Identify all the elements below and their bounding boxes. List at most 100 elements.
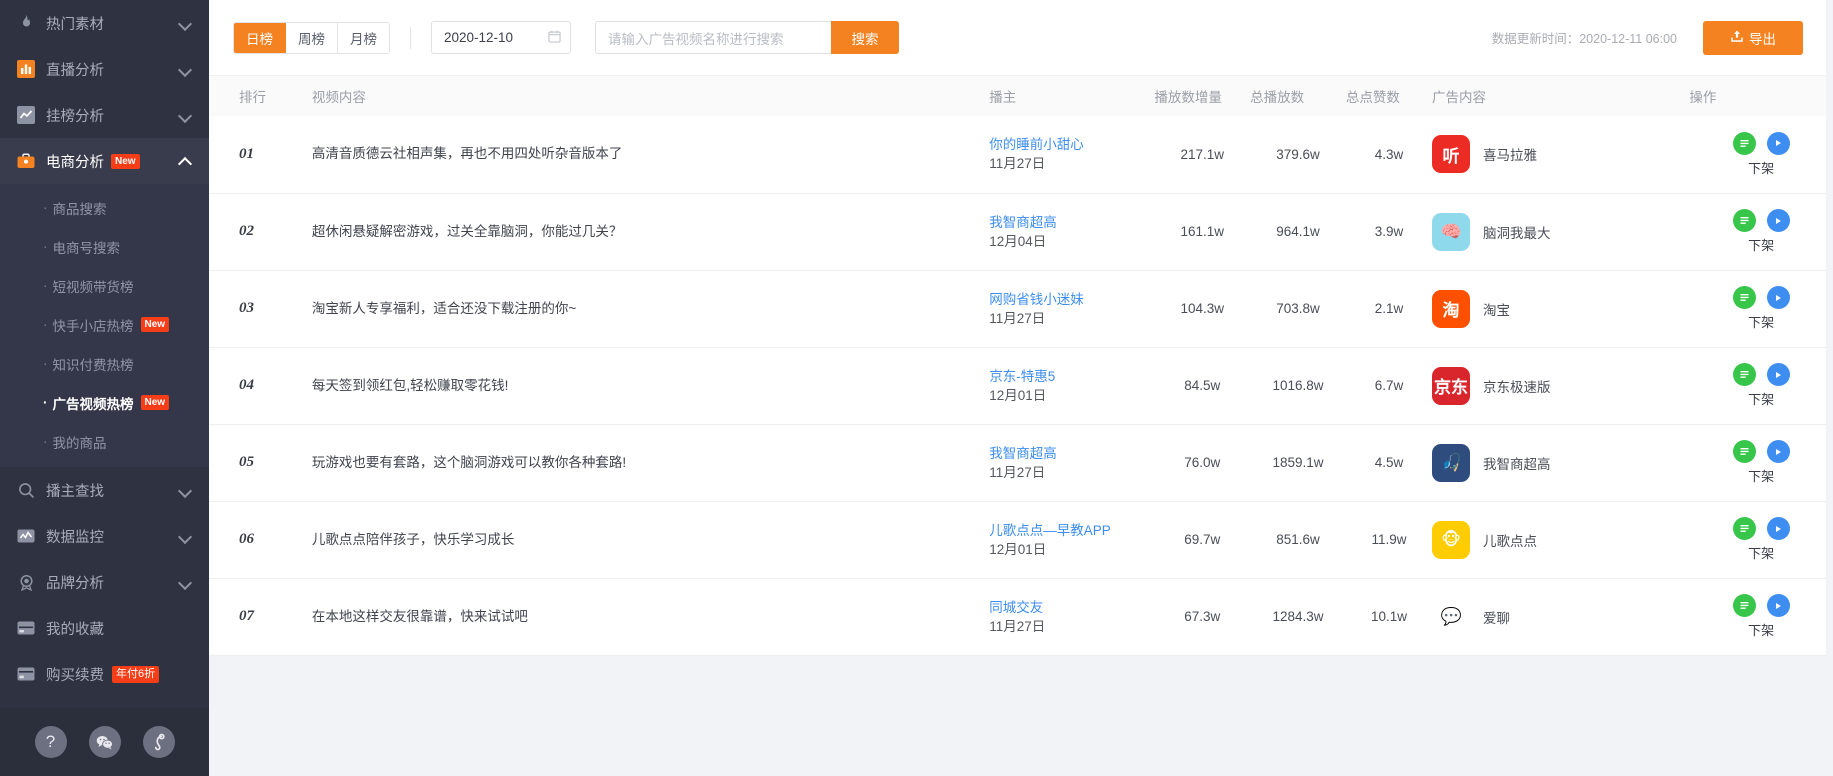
cell-total-like: 4.5w — [1345, 424, 1433, 502]
cell-video[interactable]: 儿歌点点陪伴孩子，快乐学习成长 — [311, 501, 990, 579]
detail-icon[interactable] — [1732, 286, 1756, 309]
takedown-button[interactable]: 下架 — [1748, 466, 1774, 485]
takedown-button[interactable]: 下架 — [1748, 620, 1774, 639]
play-icon[interactable] — [1766, 363, 1790, 386]
date-picker[interactable]: 2020-12-10 — [431, 21, 571, 54]
takedown-button[interactable]: 下架 — [1748, 543, 1774, 562]
play-icon[interactable] — [1766, 594, 1790, 617]
link-icon[interactable] — [142, 726, 175, 758]
takedown-button[interactable]: 下架 — [1748, 235, 1774, 254]
cell-video[interactable]: 超休闲悬疑解密游戏，过关全靠脑洞，你能过几关？ — [311, 193, 990, 271]
play-icon[interactable] — [1766, 286, 1790, 309]
sidebar-item-label: 购买续费 — [46, 667, 104, 684]
play-icon[interactable] — [1766, 209, 1790, 232]
cell-video[interactable]: 玩游戏也要有套路，这个脑洞游戏可以教你各种套路! — [311, 424, 990, 502]
wechat-icon[interactable] — [88, 726, 121, 758]
chevron-down-icon[interactable] — [179, 530, 191, 542]
export-button[interactable]: 导出 — [1703, 20, 1803, 55]
sidebar-item-my-favorites[interactable]: 我的收藏 — [0, 605, 209, 651]
author-link[interactable]: 我智商超高 — [989, 213, 1154, 232]
detail-icon[interactable] — [1732, 209, 1756, 232]
wallet-icon — [17, 665, 35, 683]
detail-icon[interactable] — [1732, 517, 1756, 540]
detail-icon[interactable] — [1732, 594, 1756, 617]
sidebar-item-label: 品牌分析 — [46, 575, 104, 592]
sidebar-subitem-product-search[interactable]: · 商品搜索 — [0, 188, 209, 227]
sidebar-item-board-analysis[interactable]: 挂榜分析 — [0, 92, 209, 138]
sidebar-subitem-ecom-account-search[interactable]: · 电商号搜索 — [0, 227, 209, 266]
sidebar-item-live-analysis[interactable]: 直播分析 — [0, 46, 209, 92]
tab-daily[interactable]: 日榜 — [234, 22, 286, 53]
sidebar-subitem-kuaishou-shop-hot[interactable]: · 快手小店热榜 New — [0, 305, 209, 344]
author-link[interactable]: 你的睡前小甜心 — [989, 135, 1154, 154]
sidebar-submenu-ecommerce: · 商品搜索 · 电商号搜索 · 短视频带货榜 · 快手小店热榜 New · 知… — [0, 184, 209, 467]
chevron-down-icon[interactable] — [179, 576, 191, 588]
sidebar-subitem-short-video-sales[interactable]: · 短视频带货榜 — [0, 266, 209, 305]
cell-play-increment: 217.1w — [1154, 116, 1251, 194]
chevron-up-icon[interactable] — [179, 155, 191, 167]
author-link[interactable]: 网购省钱小迷妹 — [989, 290, 1154, 309]
cell-video[interactable]: 在本地这样交友很靠谱，快来试试吧 — [311, 578, 990, 656]
ad-name: 爱聊 — [1483, 610, 1511, 626]
author-date: 11月27日 — [989, 618, 1046, 634]
sidebar-item-hot-material[interactable]: 热门素材 — [0, 0, 209, 46]
cell-video[interactable]: 淘宝新人专享福利，适合还没下载注册的你~ — [311, 270, 990, 348]
cell-operation: 下架 — [1689, 501, 1833, 579]
sidebar-item-brand-analysis[interactable]: 品牌分析 — [0, 559, 209, 605]
sidebar-item-ecommerce-analysis[interactable]: 电商分析 New — [0, 138, 209, 184]
medal-icon — [17, 573, 35, 591]
sidebar-item-data-monitor[interactable]: 数据监控 — [0, 513, 209, 559]
sidebar-nav: 热门素材 直播分析 挂榜分析 电商分析 New · 商品搜索 · 电商号搜索 ·… — [0, 0, 209, 697]
chevron-down-icon[interactable] — [179, 63, 191, 75]
sidebar-subitem-my-products[interactable]: · 我的商品 — [0, 422, 209, 461]
app-icon: 🎣 — [1432, 443, 1471, 482]
takedown-button[interactable]: 下架 — [1748, 312, 1774, 331]
detail-icon[interactable] — [1732, 440, 1756, 463]
video-title: 淘宝新人专享福利，适合还没下载注册的你~ — [311, 300, 577, 316]
bar-chart-icon — [17, 60, 35, 78]
page-scrollbar[interactable] — [1826, 0, 1833, 776]
cell-play-increment: 76.0w — [1154, 424, 1251, 502]
export-label: 导出 — [1749, 31, 1776, 47]
chevron-down-icon[interactable] — [179, 17, 191, 29]
cell-video[interactable]: 每天签到领红包,轻松赚取零花钱! — [311, 347, 990, 425]
author-link[interactable]: 京东-特惠5 — [989, 367, 1154, 386]
author-link[interactable]: 同城交友 — [989, 598, 1154, 617]
col-video: 视频内容 — [311, 76, 990, 116]
cell-total-play: 964.1w — [1250, 193, 1346, 271]
video-title: 超休闲悬疑解密游戏，过关全靠脑洞，你能过几关？ — [311, 223, 623, 239]
sidebar-subitem-ad-video-hot[interactable]: · 广告视频热榜 New — [0, 383, 209, 422]
cell-total-play: 703.8w — [1250, 270, 1346, 348]
app-icon: 淘 — [1432, 289, 1471, 328]
cell-video[interactable]: 高清音质德云社相声集，再也不用四处听杂音版本了 — [311, 116, 990, 194]
tab-weekly[interactable]: 周榜 — [286, 22, 338, 53]
col-operation: 操作 — [1689, 76, 1833, 116]
search-button[interactable]: 搜索 — [831, 21, 899, 54]
cell-author: 同城交友 11月27日 — [989, 578, 1155, 656]
cell-operation: 下架 — [1689, 578, 1833, 656]
detail-icon[interactable] — [1732, 131, 1756, 155]
play-icon[interactable] — [1766, 440, 1790, 463]
wechat-glyph — [96, 735, 113, 749]
author-link[interactable]: 我智商超高 — [989, 444, 1154, 463]
takedown-button[interactable]: 下架 — [1748, 389, 1774, 408]
author-date: 11月27日 — [989, 156, 1046, 172]
takedown-button[interactable]: 下架 — [1748, 158, 1774, 177]
play-icon[interactable] — [1766, 131, 1790, 155]
sidebar-item-label: 电商分析 — [46, 154, 104, 171]
sidebar-item-find-streamer[interactable]: 播主查找 — [0, 467, 209, 513]
author-link[interactable]: 儿歌点点—早教APP — [989, 521, 1154, 540]
help-icon[interactable]: ? — [34, 726, 67, 758]
sidebar-item-purchase-renew[interactable]: 购买续费 年付6折 — [0, 651, 209, 697]
chevron-down-icon[interactable] — [179, 484, 191, 496]
tab-monthly[interactable]: 月榜 — [338, 22, 389, 53]
author-date: 12月01日 — [989, 541, 1047, 557]
sidebar-subitem-knowledge-paid-hot[interactable]: · 知识付费热榜 — [0, 344, 209, 383]
chevron-down-icon[interactable] — [179, 109, 191, 121]
bullet-icon: · — [43, 317, 48, 332]
cell-total-like: 11.9w — [1345, 501, 1433, 579]
search-input[interactable]: 请输入广告视频名称进行搜索 — [595, 21, 831, 54]
cell-total-like: 3.9w — [1345, 193, 1433, 271]
detail-icon[interactable] — [1732, 363, 1756, 386]
play-icon[interactable] — [1766, 517, 1790, 540]
